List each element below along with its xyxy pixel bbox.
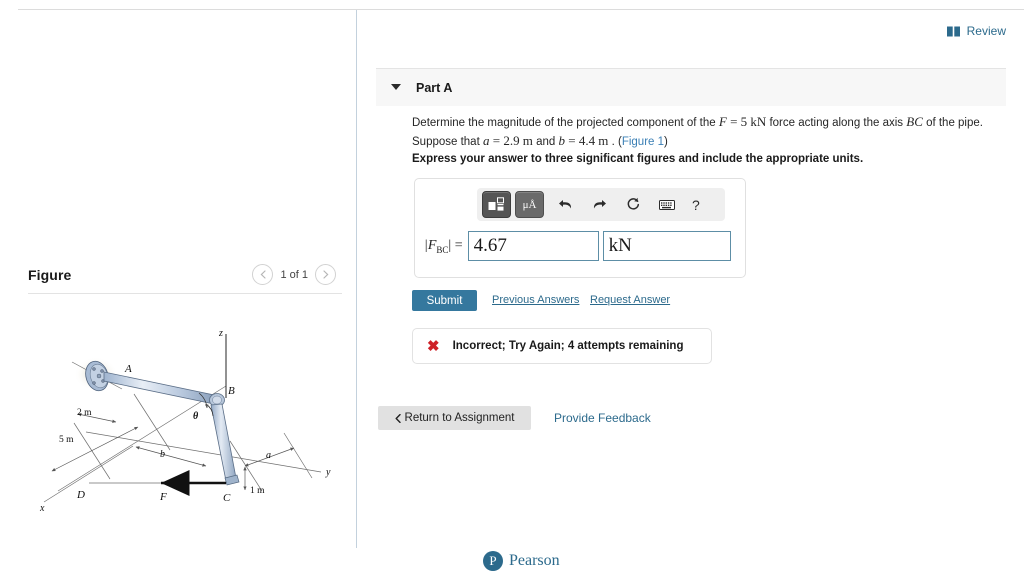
dimension-label-b: b <box>160 449 165 460</box>
dimension-label-2m: 2 m <box>77 408 92 418</box>
template-button[interactable] <box>482 191 511 218</box>
redo-icon <box>593 200 606 209</box>
answer-unit-input[interactable] <box>602 231 731 261</box>
value-b: = 4.4 <box>564 133 596 148</box>
unit-m-1: m <box>522 133 533 148</box>
caret-down-icon[interactable] <box>391 84 401 90</box>
pipe-assembly-diagram: z y x θ A B C D F 2 m 5 m b a 1 m <box>39 328 331 514</box>
feedback-banner: ✖ Incorrect; Try Again; 4 attempts remai… <box>412 328 712 364</box>
return-to-assignment-label: Return to Assignment <box>404 412 515 424</box>
pearson-wordmark: Pearson <box>509 552 560 569</box>
pearson-mark-icon: P <box>483 551 503 571</box>
pearson-logo: P Pearson <box>483 551 560 571</box>
chevron-right-icon <box>322 270 328 279</box>
figure-header-divider <box>28 293 342 294</box>
keyboard-icon <box>659 199 675 210</box>
variable-subscript: BC <box>436 244 449 255</box>
answer-input-row: |FBC| = <box>424 231 731 261</box>
figure-pane: Figure 1 of 1 z y x θ A B C D F 2 m 5 m … <box>0 0 356 569</box>
variable-suffix: | = <box>448 237 463 253</box>
figure-title: Figure <box>28 267 72 283</box>
figure-header: Figure 1 of 1 <box>28 264 342 290</box>
review-label: Review <box>966 24 1006 38</box>
units-button-label: μÅ <box>522 198 537 211</box>
reset-button[interactable] <box>623 193 643 217</box>
chevron-left-icon <box>395 413 401 423</box>
part-a-header[interactable]: Part A <box>376 68 1006 106</box>
answer-instruction: Express your answer to three significant… <box>412 153 864 165</box>
pane-divider <box>356 10 357 548</box>
book-icon <box>946 26 960 36</box>
prompt-text-4: and <box>532 136 559 148</box>
figure-navigation: 1 of 1 <box>252 264 336 285</box>
figure-next-button[interactable] <box>315 264 336 285</box>
answer-entry-panel: μÅ ? |FBC| = 4.67 kN <box>414 178 746 278</box>
math-toolbar: μÅ ? <box>477 188 725 221</box>
symbol-BC: BC <box>906 114 923 129</box>
figure-diagram[interactable]: z y x θ A B C D F 2 m 5 m b a 1 m <box>30 326 340 516</box>
variable-base: |F <box>424 237 437 253</box>
units-button[interactable]: μÅ <box>515 191 544 218</box>
part-title: Part A <box>416 81 453 95</box>
point-label-D: D <box>76 489 85 501</box>
dimension-label-5m: 5 m <box>59 435 74 445</box>
chevron-left-icon <box>260 270 266 279</box>
axis-label-z: z <box>218 328 223 339</box>
undo-icon <box>558 200 571 209</box>
point-label-B: B <box>228 385 235 397</box>
review-button[interactable]: Review <box>946 24 1006 38</box>
answer-variable-label: |FBC| = <box>424 238 463 255</box>
problem-statement: Determine the magnitude of the projected… <box>412 113 996 151</box>
answer-value-input[interactable] <box>467 231 599 261</box>
figure-prev-button[interactable] <box>252 264 274 285</box>
figure-1-link[interactable]: Figure 1 <box>622 136 664 148</box>
axis-label-x: x <box>39 503 45 514</box>
figure-counter: 1 of 1 <box>280 268 308 281</box>
dimension-label-1m: 1 m <box>250 486 265 496</box>
symbol-F: F <box>718 114 727 129</box>
template-icon <box>488 197 504 211</box>
help-button[interactable]: ? <box>692 197 700 213</box>
value-F: = 5 <box>726 114 748 129</box>
assignment-page: Figure 1 of 1 z y x θ A B C D F 2 m 5 m … <box>0 0 1024 571</box>
keyboard-button[interactable] <box>657 193 677 217</box>
feedback-message: Incorrect; Try Again; 4 attempts remaini… <box>452 340 684 352</box>
provide-feedback-link[interactable]: Provide Feedback <box>554 411 651 425</box>
return-to-assignment-button[interactable]: Return to Assignment <box>378 406 531 430</box>
previous-answers-link[interactable]: Previous Answers <box>492 294 579 306</box>
angle-label-theta: θ <box>193 411 199 422</box>
prompt-text-2: force acting along the axis <box>766 117 907 129</box>
axis-label-y: y <box>325 467 331 478</box>
x-mark-icon: ✖ <box>427 337 440 355</box>
unit-kN: kN <box>750 114 767 129</box>
point-label-A: A <box>124 363 132 375</box>
reset-icon <box>627 197 639 210</box>
prompt-text-5: . ( <box>608 136 622 148</box>
dimension-label-a: a <box>266 450 271 461</box>
force-label-F: F <box>159 491 167 503</box>
redo-button[interactable] <box>589 193 609 217</box>
prompt-text-6: ) <box>664 136 668 148</box>
submit-button[interactable]: Submit <box>412 290 477 311</box>
point-label-C: C <box>223 492 231 504</box>
prompt-text-1: Determine the magnitude of the projected… <box>412 117 719 129</box>
request-answer-link[interactable]: Request Answer <box>590 294 670 306</box>
unit-m-2: m <box>598 133 609 148</box>
undo-button[interactable] <box>555 193 575 217</box>
value-a: = 2.9 <box>489 133 520 148</box>
